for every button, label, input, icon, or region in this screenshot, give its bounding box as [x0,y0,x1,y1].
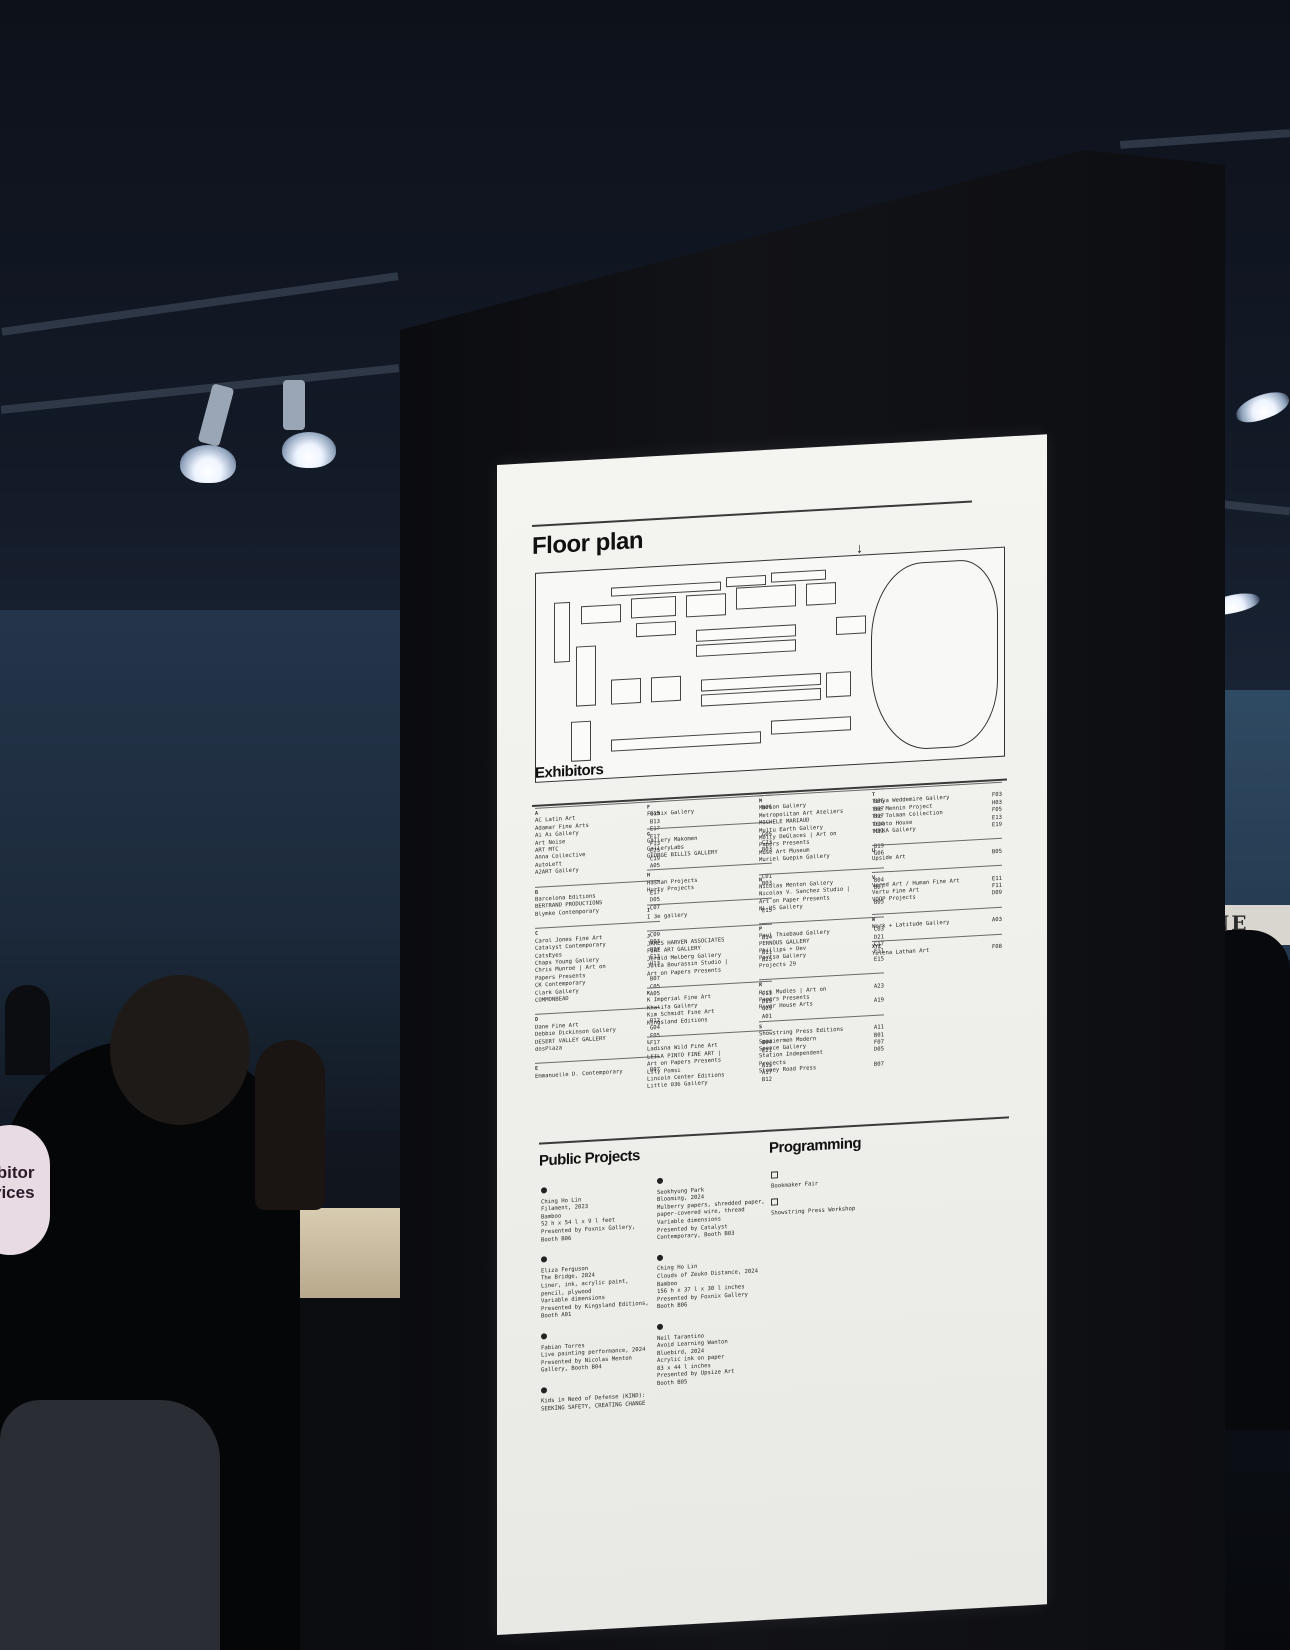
exhibitors-column: T Tanya Weddemire Gallery F03 The Mennin … [872,781,1002,968]
exhibitor-group: J JAMES HARVEN ASSOCIATES B14 FINE ART GA… [647,924,772,979]
exhibitor-group: N Nicolas Menton Gallery B04 Nicolas V. S… [759,867,884,915]
booth-block [771,716,851,735]
photo-scene: NE ibitor vices Floor plan [0,0,1290,1650]
exhibitor-group: T Tanya Weddemire Gallery F03 The Mennin … [872,781,1002,837]
round-sign-line: vices [0,1183,35,1202]
booth-block [701,687,821,707]
exhibitor-group: XYZ Yelena Lathan Art F08 [872,933,1002,959]
exhibitor-group: P Paul Thiebaud Gallery C03 PERNOUS GALLE… [759,916,884,971]
project-marker-icon [541,1256,547,1263]
programming-title: Programming [769,1134,862,1157]
programming-column: Bookmaker Fair Showstring Press Workshop [771,1164,901,1226]
round-sign-line: ibitor [0,1163,35,1182]
exhibitor-group: M Marlon Gallery B06 Metropolitan Art Ate… [759,788,884,866]
exhibitor-group: C Carol Jones Fine Art C09 Catalyst Conte… [535,921,660,1006]
spotlight-body [283,380,305,430]
program-entry: Showstring Press Workshop [771,1192,901,1218]
exhibitors-column: F Foxnix Gallery B06 G Gallery Makomen G05… [647,794,772,1101]
project-marker-icon [657,1177,663,1185]
booth-block [576,645,596,707]
public-projects-title: Public Projects [539,1147,640,1170]
ceiling-light [1232,386,1290,428]
visitor-silhouette [255,1040,325,1210]
exhibitor-group: K K Imperial Fine Art C11 Khalifa Gallery… [647,980,772,1028]
program-entry: Bookmaker Fair [771,1164,901,1190]
exhibitor-group: E Emmanuelle D. Contemporary B07 [535,1056,660,1082]
exhibitor-group: R Rick Mudles | Art on A23 Papers Present… [759,972,884,1013]
program-marker-icon [771,1171,778,1179]
booth-block [571,720,591,762]
exhibitor-group: V Vered Art / Human Fine Art E11 Vertu Fi… [872,865,1002,905]
booth-block [631,595,676,619]
project-entry: Ching Ho Lin Filament, 2023 Bamboo 52 h … [541,1181,656,1245]
booth-block [554,601,570,663]
booth-block [736,584,796,610]
floor-plan-poster: Floor plan ↓ Exhibitors A AC Latin Art G… [497,434,1047,1635]
divider [532,500,972,527]
booth-block [611,677,641,705]
booth-block [636,620,676,638]
project-marker-icon [541,1187,547,1194]
visitor-silhouette [0,1400,220,1650]
project-entry: Ching Ho Lin Clouds of Zeuko Distance, 2… [657,1248,772,1312]
project-marker-icon [541,1333,547,1340]
exhibitor-services-sign: ibitor vices [0,1125,50,1255]
project-marker-icon [657,1254,663,1261]
project-entry: Seokhyung Park Blooming, 2024 Mulberry p… [657,1172,772,1243]
program-marker-icon [771,1198,778,1206]
project-entry: Neil Tarantino Avoid Learning Wanton Blu… [657,1318,772,1389]
visitor-silhouette [5,985,50,1075]
floor-plan-map: ↓ [535,540,1005,783]
booth-block [806,582,836,606]
booth-block [696,639,796,657]
exhibitor-group: D Dane Fine Art B12 Debbie Dickinson Gall… [535,1007,660,1055]
booth-block [686,593,726,618]
program-label: Bookmaker Fair [771,1180,819,1190]
project-entry: Fabian Torres Live painting performance,… [541,1327,656,1375]
lounge-outline [871,557,998,753]
booth-block [836,615,866,636]
entrance-arrow-icon: ↓ [856,539,863,556]
exhibitor-group: A AC Latin Art G15 Adamar Fine Arts B13 Ai… [535,800,660,878]
spotlight [282,432,336,468]
spotlight [180,445,236,483]
exhibitor-group: S Showstring Press Editions A11 Spanierme… [759,1014,884,1076]
exhibitor-group: L Ladisna Wild Fine Art B04 LEILA PINTO F… [647,1029,772,1092]
exhibitor-group: U Upside Art B05 [872,838,1002,864]
exhibitor-group: G Gallery Makomen G05 GalleryLabs C23 GEOR… [647,821,772,862]
ceiling-truss [0,364,400,414]
exhibitor-group: I I 3e gallery E15 [647,897,772,923]
booth-block [581,604,621,625]
booth-block [771,569,826,583]
public-projects-column: Ching Ho Lin Filament, 2023 Bamboo 52 h … [541,1181,656,1426]
exhibitors-column: M Marlon Gallery B06 Metropolitan Art Ate… [759,788,884,1085]
booth-block [611,731,761,752]
project-entry: Kids in Need of Defense (KIND): SEEKING … [541,1381,656,1414]
project-marker-icon [657,1323,663,1330]
project-entry: Eliza Ferguson The Bridge, 2024 Liner, i… [541,1250,656,1321]
exhibitor-group: B Barcelona Editions E17 BERTRAND PRODUCT… [535,879,660,920]
spotlight-body [197,383,235,447]
booth-block [826,671,851,698]
booth-block [651,675,681,703]
floor-plan-title: Floor plan [532,526,643,561]
exhibitors-column: A AC Latin Art G15 Adamar Fine Arts B13 Ai… [535,800,660,1090]
public-projects-column: Seokhyung Park Blooming, 2024 Mulberry p… [657,1172,772,1401]
visitor-head [110,975,250,1125]
program-label: Showstring Press Workshop [771,1205,856,1217]
exhibitor-group: W Work + Latitude Gallery A03 [872,906,1002,932]
project-marker-icon [541,1387,547,1394]
ceiling-truss [1119,129,1290,149]
ceiling-truss [1,272,399,336]
exhibitor-group: H Hashan Projects C01 Hurty Projects B03 [647,863,772,896]
